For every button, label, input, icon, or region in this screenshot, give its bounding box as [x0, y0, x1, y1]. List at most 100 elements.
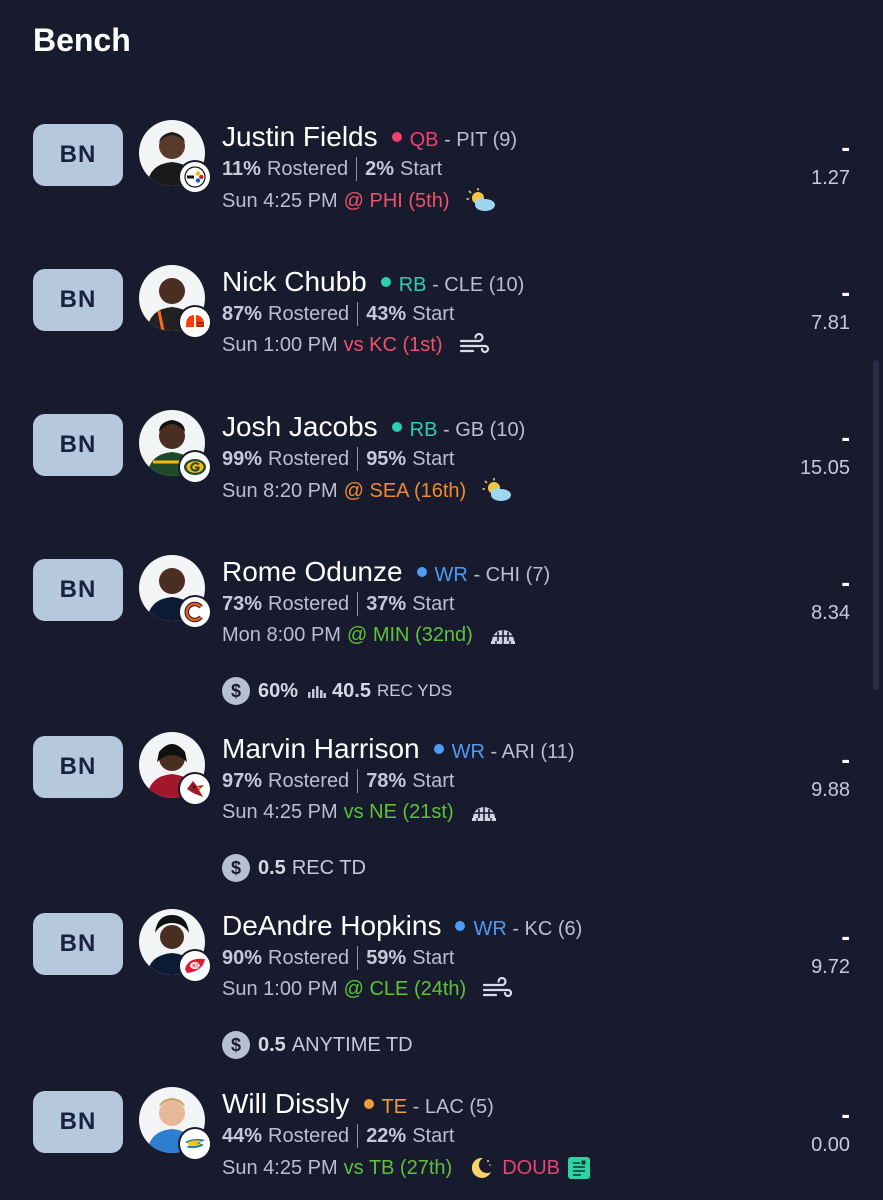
start-label: Start — [412, 769, 455, 792]
rostered-label: Rostered — [266, 157, 349, 180]
projection-dash: - — [841, 277, 850, 307]
team-label: - GB (10) — [437, 419, 525, 442]
stats-divider — [357, 302, 359, 326]
team-label: - CLE (10) — [427, 274, 525, 297]
slot-button[interactable]: BN — [33, 269, 123, 331]
team-text: - KC (6) — [512, 918, 583, 940]
game-time: Sun 4:25 PM — [222, 189, 338, 212]
partly-cloudy-icon[interactable] — [466, 188, 498, 214]
partly-cloudy-icon[interactable] — [482, 478, 514, 504]
projection-value: 9.72 — [811, 956, 850, 978]
steelers-logo — [180, 162, 210, 192]
position-label: RB — [398, 274, 427, 296]
start-label: Start — [412, 302, 455, 325]
slot-button[interactable]: BN — [33, 913, 123, 975]
rostered-label: Rostered — [268, 592, 350, 615]
projection-value: 15.05 — [799, 457, 850, 479]
start-pct: 22% — [366, 1124, 407, 1147]
svg-text:KC: KC — [192, 964, 200, 970]
projection-dash: - — [841, 1099, 850, 1129]
rostered-pct: 87% — [222, 302, 263, 325]
prop-unit: ANYTIME TD — [291, 1033, 413, 1056]
dollar-icon[interactable]: $ — [222, 854, 250, 882]
slot-button[interactable]: BN — [33, 559, 123, 621]
player-name[interactable]: DeAndre Hopkins — [222, 910, 441, 942]
player-name[interactable]: Justin Fields — [222, 121, 378, 153]
player-name[interactable]: Josh Jacobs — [222, 411, 378, 443]
rostered-label: Rostered — [268, 946, 350, 969]
start-label: Start — [412, 592, 455, 615]
scrollbar[interactable] — [873, 360, 879, 690]
projection-value: 1.27 — [811, 167, 850, 189]
team-text: - CHI (7) — [473, 564, 551, 586]
team-label: - CHI (7) — [468, 564, 550, 587]
opponent: vs KC (1st) — [343, 333, 443, 356]
prop-value: 0.5 — [258, 856, 286, 879]
position-dot — [416, 567, 427, 577]
slot-button[interactable]: BN — [33, 414, 123, 476]
team-text: - PIT (9) — [444, 129, 518, 151]
dollar-icon[interactable]: $ — [222, 677, 250, 705]
wind-icon[interactable] — [482, 977, 514, 1001]
dome-icon[interactable] — [470, 800, 498, 824]
position-dot — [455, 921, 466, 931]
team-label: - ARI (11) — [485, 741, 575, 764]
projection-value: 0.00 — [811, 1134, 850, 1156]
rostered-pct: 44% — [222, 1124, 263, 1147]
dollar-icon[interactable]: $ — [222, 1031, 250, 1059]
slot-button[interactable]: BN — [33, 1091, 123, 1153]
prop-unit: REC YDS — [376, 681, 453, 700]
prop-percent: 60% — [258, 679, 299, 702]
position-label: WR — [473, 918, 507, 940]
bar-chart-icon — [308, 684, 327, 698]
start-label: Start — [412, 1124, 455, 1147]
position-label: QB — [409, 129, 439, 151]
team-label: - KC (6) — [507, 918, 583, 941]
player-name[interactable]: Marvin Harrison — [222, 733, 420, 765]
projection-dash: - — [841, 921, 850, 951]
cardinals-logo — [180, 774, 210, 804]
opponent: @ CLE (24th) — [343, 977, 467, 1000]
slot-button[interactable]: BN — [33, 736, 123, 798]
rostered-pct: 97% — [222, 769, 263, 792]
player-name[interactable]: Rome Odunze — [222, 556, 403, 588]
packers-logo — [180, 452, 210, 482]
prop-value: 0.5 — [258, 1033, 286, 1056]
rostered-pct: 73% — [222, 592, 263, 615]
position-dot — [380, 277, 391, 287]
team-text: - ARI (11) — [490, 741, 575, 763]
injury-status[interactable]: DOUB — [502, 1157, 560, 1180]
projection-value: 9.88 — [811, 779, 850, 801]
team-text: - CLE (10) — [432, 274, 525, 296]
rostered-label: Rostered — [268, 302, 350, 325]
position-dot — [391, 132, 402, 142]
dome-icon[interactable] — [489, 623, 517, 647]
team-text: - GB (10) — [443, 419, 526, 441]
projection-dash: - — [841, 567, 850, 597]
team-label: - LAC (5) — [407, 1096, 494, 1119]
rostered-label: Rostered — [268, 447, 350, 470]
position-label: TE — [381, 1096, 408, 1118]
wind-icon[interactable] — [459, 333, 491, 357]
section-title: Bench — [33, 22, 131, 58]
position-label: RB — [409, 419, 438, 441]
position-dot — [433, 744, 444, 754]
opponent: @ PHI (5th) — [343, 189, 450, 212]
stats-divider — [357, 1124, 359, 1148]
rostered-pct: 90% — [222, 946, 263, 969]
slot-button[interactable]: BN — [33, 124, 123, 186]
moon-icon[interactable] — [468, 1155, 494, 1181]
start-pct: 37% — [366, 592, 407, 615]
team-text: - LAC (5) — [412, 1096, 494, 1118]
opponent: @ MIN (32nd) — [346, 623, 473, 646]
news-note-icon[interactable] — [566, 1155, 592, 1181]
opponent: vs NE (21st) — [343, 800, 454, 823]
start-label: Start — [412, 946, 455, 969]
chiefs-logo: KC — [180, 951, 210, 981]
start-pct: 2% — [365, 157, 394, 180]
player-name[interactable]: Will Dissly — [222, 1088, 350, 1120]
opponent: @ SEA (16th) — [343, 479, 467, 502]
position-dot — [363, 1099, 374, 1109]
start-pct: 78% — [366, 769, 407, 792]
player-name[interactable]: Nick Chubb — [222, 266, 367, 298]
